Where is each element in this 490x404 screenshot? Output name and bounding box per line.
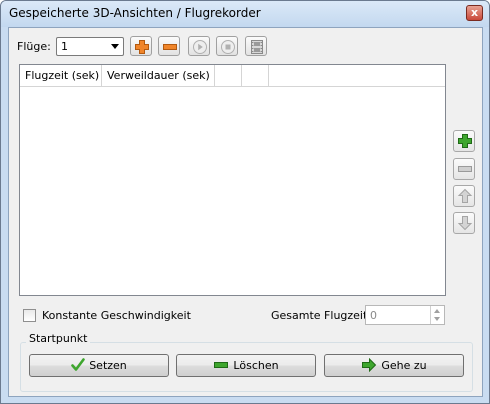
play-button[interactable] <box>188 36 210 56</box>
window-title: Gespeicherte 3D-Ansichten / Flugrekorder <box>9 6 261 20</box>
constant-speed-checkbox[interactable] <box>23 309 36 322</box>
chevron-down-icon <box>111 44 119 49</box>
delete-button[interactable]: Löschen <box>176 354 316 377</box>
close-button[interactable]: x <box>466 5 483 21</box>
spin-down-icon[interactable] <box>434 317 440 321</box>
set-button-label: Setzen <box>89 359 127 372</box>
stop-icon <box>221 40 235 54</box>
flights-table[interactable]: Flugzeit (sek) Verweildauer (sek) <box>19 64 446 296</box>
total-flight-time-spinbox[interactable]: 0 <box>365 305 445 325</box>
goto-button[interactable]: Gehe zu <box>324 354 464 377</box>
total-flight-time-label: Gesamte Flugzeit: <box>271 309 372 322</box>
remove-icon <box>458 166 472 172</box>
checkmark-icon <box>71 358 86 371</box>
total-flight-time-value: 0 <box>370 309 377 322</box>
goto-button-label: Gehe zu <box>381 359 427 372</box>
column-header-empty-2[interactable] <box>242 65 269 87</box>
column-header-empty-1[interactable] <box>215 65 242 87</box>
fluege-select[interactable]: 1 <box>56 37 124 56</box>
column-header-flugzeit[interactable]: Flugzeit (sek) <box>20 65 102 87</box>
move-down-button[interactable] <box>453 212 475 234</box>
title-bar[interactable]: Gespeicherte 3D-Ansichten / Flugrekorder… <box>1 1 489 27</box>
minus-icon <box>214 362 229 368</box>
add-icon <box>135 40 149 54</box>
arrow-down-icon <box>457 216 473 231</box>
fluege-select-value: 1 <box>61 40 68 53</box>
film-icon <box>251 40 263 54</box>
remove-entry-button[interactable] <box>453 158 475 180</box>
arrow-up-icon <box>457 188 473 203</box>
move-up-button[interactable] <box>453 185 475 207</box>
fluege-label: Flüge: <box>17 40 51 53</box>
table-header: Flugzeit (sek) Verweildauer (sek) <box>20 65 445 87</box>
dialog-window: Gespeicherte 3D-Ansichten / Flugrekorder… <box>0 0 490 404</box>
add-flight-button[interactable] <box>130 36 152 56</box>
set-button[interactable]: Setzen <box>29 354 169 377</box>
play-icon <box>193 40 207 54</box>
dialog-client-area: Flüge: 1 Flugzeit (sek) Verweildauer (se… <box>8 27 483 397</box>
remove-icon <box>163 44 177 50</box>
stop-button[interactable] <box>216 36 238 56</box>
add-icon <box>458 134 472 148</box>
spin-up-icon[interactable] <box>434 309 440 313</box>
record-button[interactable] <box>245 36 267 56</box>
arrow-right-icon <box>362 358 377 372</box>
column-header-verweildauer[interactable]: Verweildauer (sek) <box>102 65 215 87</box>
add-entry-button[interactable] <box>453 130 475 152</box>
startpoint-group-title: Startpunkt <box>26 332 91 345</box>
constant-speed-label[interactable]: Konstante Geschwindigkeit <box>42 309 191 322</box>
remove-flight-button[interactable] <box>158 36 180 56</box>
spin-buttons[interactable] <box>430 306 444 324</box>
delete-button-label: Löschen <box>233 359 279 372</box>
